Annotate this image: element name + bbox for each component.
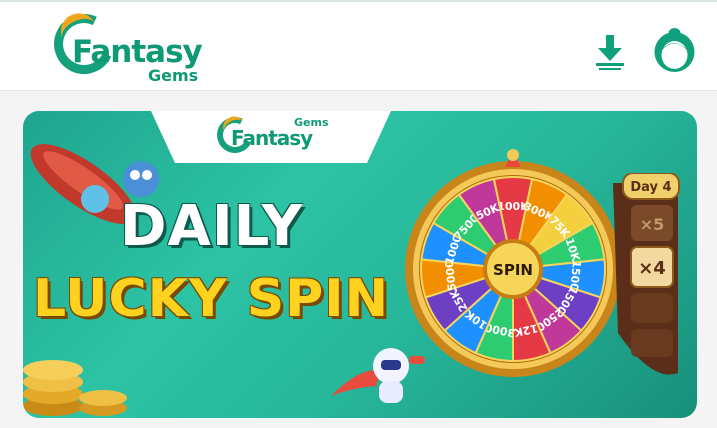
day-label: Day 4 xyxy=(630,180,671,195)
logo-subtitle: Gems xyxy=(148,66,199,85)
day-progress-panel: Day 4 ×5 ×4 xyxy=(613,173,680,375)
headline-daily: DAILY xyxy=(120,194,304,259)
fantasy-gems-logo[interactable]: Fantasy Gems xyxy=(45,5,214,85)
gold-coins-illustration xyxy=(23,360,127,416)
multiplier-x4: ×4 xyxy=(638,258,666,279)
logo-wordmark: Fantasy xyxy=(72,34,203,70)
daily-lucky-spin-banner[interactable]: Fantasy Gems DAILY LUCKY SPIN 100K 300K 75… xyxy=(23,111,697,418)
multiplier-x5: ×5 xyxy=(640,215,665,234)
top-navigation-bar: Fantasy Gems xyxy=(0,0,717,91)
tab-logo-wordmark: Fantasy xyxy=(231,126,313,150)
download-icon[interactable] xyxy=(590,32,630,72)
support-agent-icon[interactable] xyxy=(653,26,696,73)
tab-logo-subtitle: Gems xyxy=(294,116,329,129)
wheel-center-label: SPIN xyxy=(493,261,533,279)
headline-lucky-spin: LUCKY SPIN xyxy=(33,269,390,329)
